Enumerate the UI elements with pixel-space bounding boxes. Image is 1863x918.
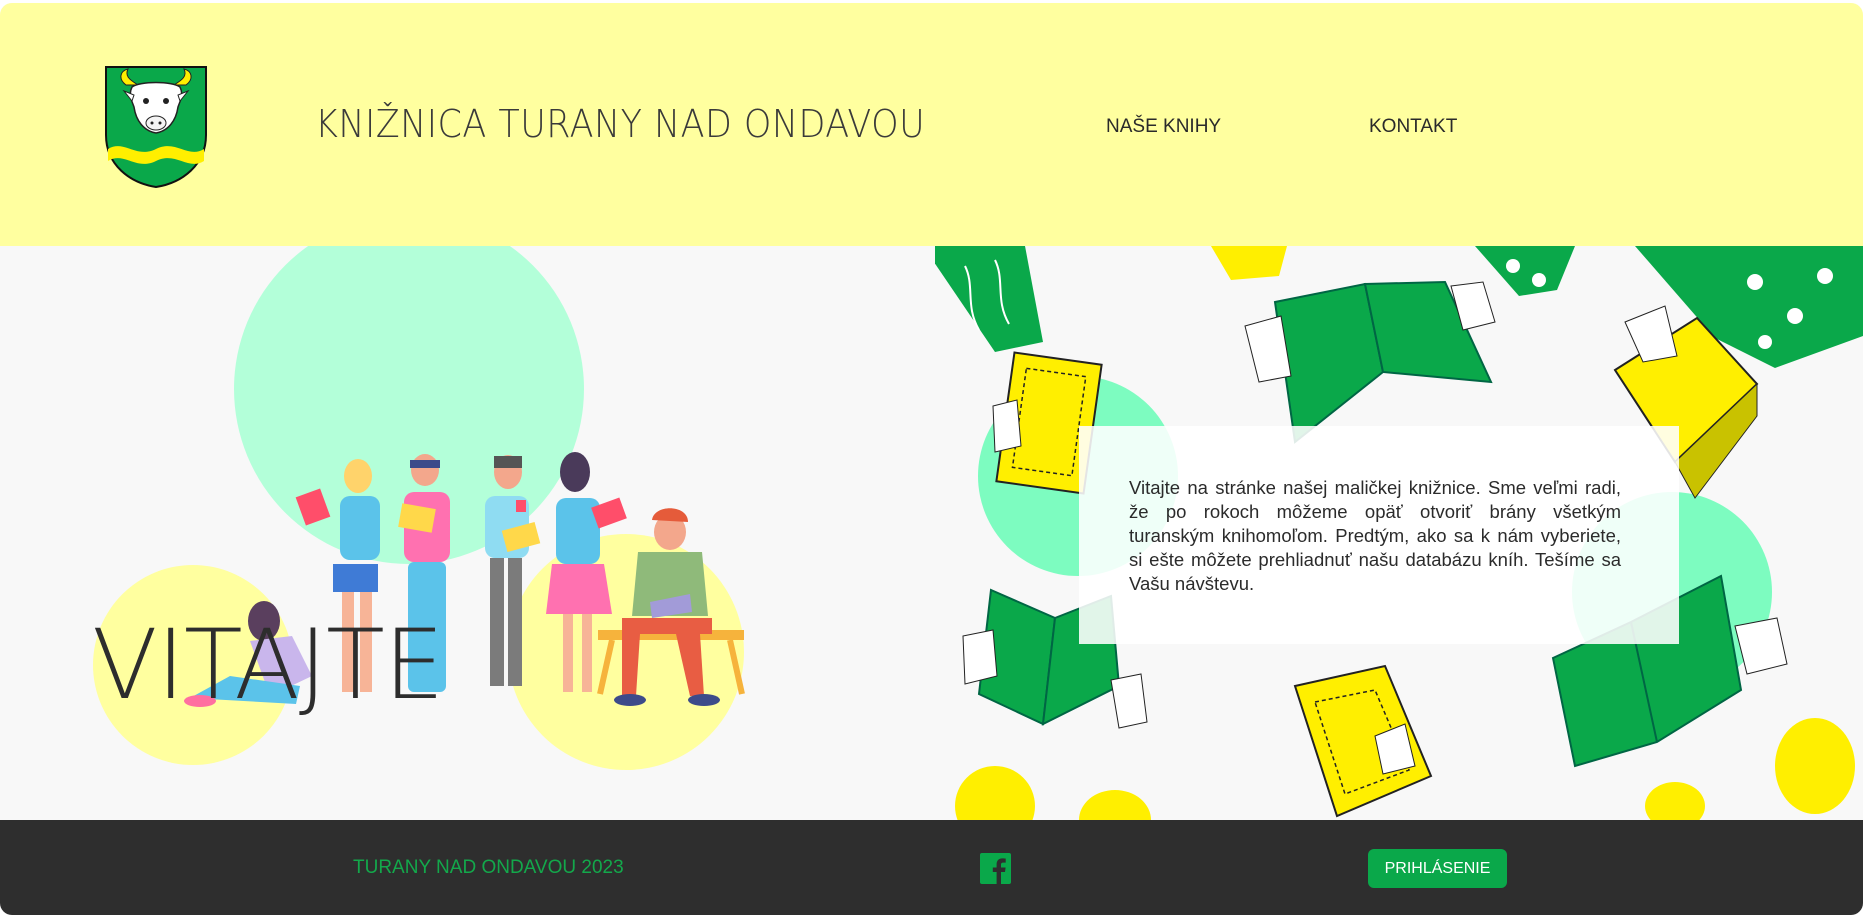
nav-contact[interactable]: KONTAKT xyxy=(1369,116,1457,138)
login-button[interactable]: PRIHLÁSENIE xyxy=(1368,849,1507,888)
site-title: KNIŽNICA TURANY NAD ONDAVOU xyxy=(315,102,926,146)
intro-text: Vitajte na stránke našej maličkej knižni… xyxy=(1129,477,1621,594)
intro-card: Vitajte na stránke našej maličkej knižni… xyxy=(1079,426,1679,644)
site-footer: TURANY NAD ONDAVOU 2023 PRIHLÁSENIE xyxy=(0,820,1863,915)
footer-copyright: TURANY NAD ONDAVOU 2023 xyxy=(353,857,624,878)
nav-our-books[interactable]: NAŠE KNIHY xyxy=(1106,116,1221,138)
coat-of-arms-icon[interactable] xyxy=(104,65,208,189)
people-reading-illustration xyxy=(93,246,745,770)
facebook-icon[interactable] xyxy=(980,853,1011,884)
welcome-heading: VITAJTE xyxy=(92,609,444,721)
hero-section: VITAJTE Vitajte na stránke našej maličke… xyxy=(0,246,1863,820)
page: KNIŽNICA TURANY NAD ONDAVOU NAŠE KNIHY K… xyxy=(0,3,1863,915)
site-header: KNIŽNICA TURANY NAD ONDAVOU NAŠE KNIHY K… xyxy=(0,3,1863,246)
